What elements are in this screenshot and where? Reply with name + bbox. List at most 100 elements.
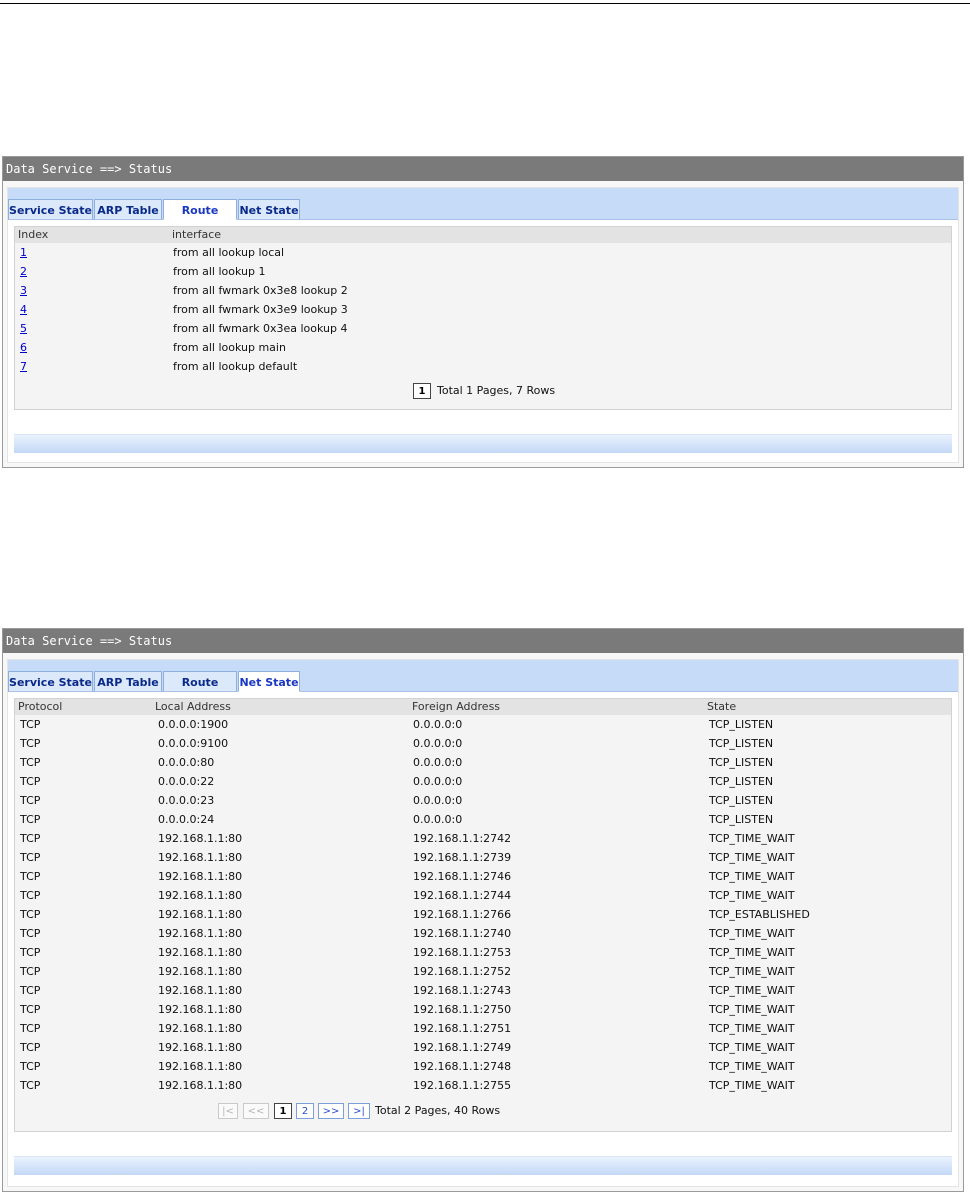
tab-service-state[interactable]: Service State	[8, 199, 93, 220]
table-row: TCP 192.168.1.1:80 192.168.1.1:2755 TCP_…	[15, 1076, 951, 1095]
panel-title: Data Service ==> Status	[3, 157, 963, 181]
protocol-cell: TCP	[20, 965, 41, 978]
table-row: TCP 192.168.1.1:80 192.168.1.1:2746 TCP_…	[15, 867, 951, 886]
foreign-address-cell: 192.168.1.1:2739	[413, 851, 512, 864]
foreign-address-cell: 0.0.0.0:0	[413, 775, 463, 788]
local-address-cell: 192.168.1.1:80	[158, 870, 243, 883]
state-cell: TCP_TIME_WAIT	[709, 1022, 795, 1035]
page-2-button[interactable]: 2	[296, 1103, 314, 1119]
index-link[interactable]: 5	[20, 319, 27, 338]
local-address-cell: 192.168.1.1:80	[158, 832, 243, 845]
tab-net-state[interactable]: Net State	[238, 671, 300, 692]
tab-route-table[interactable]: Route Table	[163, 671, 237, 710]
foreign-address-cell: 192.168.1.1:2752	[413, 965, 512, 978]
local-address-cell: 192.168.1.1:80	[158, 889, 243, 902]
route-table-panel: Data Service ==> Status Service State AR…	[2, 156, 964, 468]
protocol-cell: TCP	[20, 737, 41, 750]
foreign-address-cell: 192.168.1.1:2766	[413, 908, 512, 921]
foreign-address-cell: 0.0.0.0:0	[413, 794, 463, 807]
table-row: TCP 192.168.1.1:80 192.168.1.1:2749 TCP_…	[15, 1038, 951, 1057]
pagination: 1 Total 1 Pages, 7 Rows	[15, 381, 951, 403]
foreign-address-cell: 192.168.1.1:2746	[413, 870, 512, 883]
column-header-local-address: Local Address	[155, 700, 231, 713]
foreign-address-cell: 0.0.0.0:0	[413, 756, 463, 769]
table-row: 7 from all lookup default	[15, 357, 951, 376]
net-state-table: Protocol Local Address Foreign Address S…	[14, 698, 952, 1132]
panel-body: Service State ARP Table Route Table Net …	[7, 659, 959, 1187]
state-cell: TCP_TIME_WAIT	[709, 1041, 795, 1054]
column-header-index: Index	[18, 228, 49, 241]
tab-service-state[interactable]: Service State	[8, 671, 93, 692]
table-row: TCP 192.168.1.1:80 192.168.1.1:2740 TCP_…	[15, 924, 951, 943]
panel-title: Data Service ==> Status	[3, 629, 963, 653]
state-cell: TCP_TIME_WAIT	[709, 889, 795, 902]
index-link[interactable]: 6	[20, 338, 27, 357]
index-link[interactable]: 1	[20, 243, 27, 262]
local-address-cell: 0.0.0.0:9100	[158, 737, 229, 750]
interface-cell: from all fwmark 0x3ea lookup 4	[173, 322, 348, 335]
foreign-address-cell: 192.168.1.1:2743	[413, 984, 512, 997]
state-cell: TCP_TIME_WAIT	[709, 870, 795, 883]
tab-arp-table[interactable]: ARP Table	[94, 199, 162, 220]
table-row: 4 from all fwmark 0x3e9 lookup 3	[15, 300, 951, 319]
first-page-button: |<	[218, 1103, 238, 1119]
index-link[interactable]: 4	[20, 300, 27, 319]
table-header: Index interface	[15, 227, 951, 243]
local-address-cell: 192.168.1.1:80	[158, 1022, 243, 1035]
interface-cell: from all lookup default	[173, 360, 298, 373]
interface-cell: from all fwmark 0x3e8 lookup 2	[173, 284, 348, 297]
state-cell: TCP_TIME_WAIT	[709, 1060, 795, 1073]
tab-net-state[interactable]: Net State	[238, 199, 300, 220]
state-cell: TCP_TIME_WAIT	[709, 851, 795, 864]
state-cell: TCP_LISTEN	[709, 756, 774, 769]
pagination-summary: Total 2 Pages, 40 Rows	[375, 1104, 501, 1117]
local-address-cell: 192.168.1.1:80	[158, 1060, 243, 1073]
page-1-current: 1	[413, 383, 431, 399]
foreign-address-cell: 0.0.0.0:0	[413, 737, 463, 750]
table-header: Protocol Local Address Foreign Address S…	[15, 699, 951, 715]
foreign-address-cell: 0.0.0.0:0	[413, 718, 463, 731]
tab-route-table[interactable]: Route Table	[163, 199, 237, 238]
protocol-cell: TCP	[20, 1022, 41, 1035]
net-state-panel: Data Service ==> Status Service State AR…	[2, 628, 964, 1192]
foreign-address-cell: 192.168.1.1:2750	[413, 1003, 512, 1016]
state-cell: TCP_LISTEN	[709, 794, 774, 807]
route-table: Index interface 1 from all lookup local …	[14, 226, 952, 410]
protocol-cell: TCP	[20, 908, 41, 921]
table-row: TCP 192.168.1.1:80 192.168.1.1:2750 TCP_…	[15, 1000, 951, 1019]
state-cell: TCP_TIME_WAIT	[709, 1079, 795, 1092]
table-row: TCP 192.168.1.1:80 192.168.1.1:2748 TCP_…	[15, 1057, 951, 1076]
panel-footer-bar	[14, 1156, 952, 1175]
tab-arp-table[interactable]: ARP Table	[94, 671, 162, 692]
table-row: 1 from all lookup local	[15, 243, 951, 262]
table-row: TCP 192.168.1.1:80 192.168.1.1:2751 TCP_…	[15, 1019, 951, 1038]
table-row: TCP 192.168.1.1:80 192.168.1.1:2743 TCP_…	[15, 981, 951, 1000]
local-address-cell: 192.168.1.1:80	[158, 908, 243, 921]
protocol-cell: TCP	[20, 927, 41, 940]
last-page-button[interactable]: >|	[348, 1103, 370, 1119]
table-row: TCP 192.168.1.1:80 192.168.1.1:2766 TCP_…	[15, 905, 951, 924]
state-cell: TCP_TIME_WAIT	[709, 832, 795, 845]
panel-footer-bar	[14, 434, 952, 453]
protocol-cell: TCP	[20, 1041, 41, 1054]
protocol-cell: TCP	[20, 1079, 41, 1092]
local-address-cell: 192.168.1.1:80	[158, 984, 243, 997]
next-page-button[interactable]: >>	[318, 1103, 344, 1119]
index-link[interactable]: 7	[20, 357, 27, 376]
table-row: TCP 0.0.0.0:9100 0.0.0.0:0 TCP_LISTEN	[15, 734, 951, 753]
local-address-cell: 0.0.0.0:23	[158, 794, 215, 807]
index-link[interactable]: 3	[20, 281, 27, 300]
interface-cell: from all fwmark 0x3e9 lookup 3	[173, 303, 348, 316]
protocol-cell: TCP	[20, 775, 41, 788]
state-cell: TCP_TIME_WAIT	[709, 1003, 795, 1016]
state-cell: TCP_ESTABLISHED	[709, 908, 810, 921]
pagination-summary: Total 1 Pages, 7 Rows	[437, 384, 556, 397]
table-row: 3 from all fwmark 0x3e8 lookup 2	[15, 281, 951, 300]
local-address-cell: 0.0.0.0:24	[158, 813, 215, 826]
protocol-cell: TCP	[20, 984, 41, 997]
interface-cell: from all lookup main	[173, 341, 286, 354]
index-link[interactable]: 2	[20, 262, 27, 281]
interface-cell: from all lookup local	[173, 246, 285, 259]
protocol-cell: TCP	[20, 813, 41, 826]
tab-bar: Service State ARP Table Route Table Net …	[8, 660, 958, 710]
